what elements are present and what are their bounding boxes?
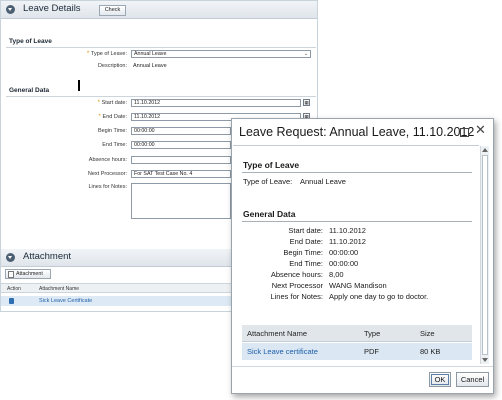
start-date-label: * Start date: bbox=[97, 100, 127, 106]
ok-button[interactable]: OK bbox=[429, 372, 451, 387]
calendar-icon[interactable]: ▦ bbox=[303, 99, 310, 106]
next-processor-label: Next Processor: bbox=[87, 171, 127, 177]
type-of-leave-label: * Type of Leave: bbox=[86, 51, 127, 57]
description-label: Description: bbox=[97, 63, 127, 69]
begin-time-label: Begin Time: bbox=[283, 248, 323, 257]
attachment-size: 80 KB bbox=[415, 343, 472, 360]
end-time-input[interactable]: 00:00:00 bbox=[131, 141, 231, 149]
document-icon bbox=[8, 271, 14, 278]
next-processor-label: Next Processor bbox=[271, 281, 323, 290]
column-header-attachment-name: Attachment Name bbox=[242, 325, 359, 342]
type-of-leave-select[interactable]: Annual Leave bbox=[131, 50, 311, 58]
description-value: Annual Leave bbox=[133, 63, 167, 69]
notes-value: Apply one day to go to doctor. bbox=[329, 292, 429, 301]
add-attachment-label: Attachment bbox=[16, 271, 43, 277]
scroll-down-icon[interactable] bbox=[482, 358, 488, 362]
attachment-title: Attachment bbox=[23, 251, 72, 262]
end-date-label: End Date: bbox=[289, 237, 323, 246]
start-date-label: Start date: bbox=[288, 226, 323, 235]
begin-time-value: 00:00:00 bbox=[329, 248, 359, 257]
chevron-down-icon[interactable]: ⌄ bbox=[304, 51, 308, 57]
add-attachment-button[interactable]: Attachment bbox=[5, 269, 51, 279]
type-of-leave-value: Annual Leave bbox=[300, 177, 346, 186]
end-time-label: End Time: bbox=[289, 259, 323, 268]
end-time-label: End Time: bbox=[102, 142, 127, 148]
end-time-value: 00:00:00 bbox=[329, 259, 359, 268]
leave-details-header: Leave Details Check bbox=[1, 1, 317, 19]
type-of-leave-heading: Type of Leave bbox=[9, 38, 52, 45]
scroll-up-icon[interactable] bbox=[482, 148, 488, 152]
check-button[interactable]: Check bbox=[99, 5, 126, 16]
divider bbox=[242, 172, 472, 173]
column-header-action: Action bbox=[7, 286, 21, 292]
end-date-value: 11.10.2012 bbox=[329, 237, 366, 246]
next-processor-value: WANG Mandison bbox=[329, 281, 387, 290]
collapse-icon[interactable] bbox=[6, 5, 15, 14]
close-icon[interactable]: ✕ bbox=[475, 123, 486, 137]
divider bbox=[6, 96, 316, 97]
delete-icon[interactable] bbox=[9, 298, 14, 304]
notes-label: Lines for Notes: bbox=[270, 292, 323, 301]
general-data-heading: General Data bbox=[9, 87, 50, 94]
dialog-scrollbar[interactable] bbox=[480, 146, 489, 364]
attachment-link[interactable]: Sick Leave Certificate bbox=[39, 298, 92, 304]
notes-label: Lines for Notes: bbox=[88, 184, 127, 190]
start-date-input[interactable]: 11.10.2012 bbox=[131, 99, 301, 107]
scroll-thumb[interactable] bbox=[482, 155, 488, 355]
notes-textarea[interactable] bbox=[131, 183, 231, 219]
absence-hours-label: Absence hours: bbox=[270, 270, 323, 279]
attachment-type: PDF bbox=[359, 343, 415, 360]
absence-hours-label: Absence hours: bbox=[88, 157, 127, 163]
dialog-title: Leave Request: Annual Leave, 11.10.2012 bbox=[239, 125, 475, 139]
absence-hours-input[interactable] bbox=[131, 156, 231, 164]
begin-time-label: Begin Time: bbox=[97, 128, 127, 134]
divider bbox=[242, 221, 472, 222]
attachment-link[interactable]: Sick Leave certificate bbox=[242, 343, 359, 360]
column-header-attachment-name: Attachment Name bbox=[39, 286, 80, 292]
column-header-size: Size bbox=[415, 325, 472, 342]
end-date-label: * End Date: bbox=[98, 114, 127, 120]
general-data-heading: General Data bbox=[243, 209, 296, 219]
collapse-icon[interactable] bbox=[6, 253, 15, 262]
divider bbox=[232, 366, 493, 367]
absence-hours-value: 8,00 bbox=[329, 270, 344, 279]
maximize-icon[interactable] bbox=[460, 128, 469, 137]
leave-details-title: Leave Details bbox=[23, 3, 81, 14]
divider bbox=[6, 47, 316, 48]
next-processor-input[interactable]: For SAT Test Case No. 4 bbox=[131, 170, 231, 178]
type-of-leave-heading: Type of Leave bbox=[243, 160, 300, 170]
column-header-type: Type bbox=[359, 325, 415, 342]
leave-request-dialog: Leave Request: Annual Leave, 11.10.2012 … bbox=[231, 118, 494, 394]
cancel-button[interactable]: Cancel bbox=[456, 372, 489, 387]
text-cursor bbox=[78, 80, 80, 91]
begin-time-input[interactable]: 00:00:00 bbox=[131, 127, 231, 135]
type-of-leave-label: Type of Leave: bbox=[243, 177, 293, 186]
start-date-value: 11.10.2012 bbox=[329, 226, 366, 235]
